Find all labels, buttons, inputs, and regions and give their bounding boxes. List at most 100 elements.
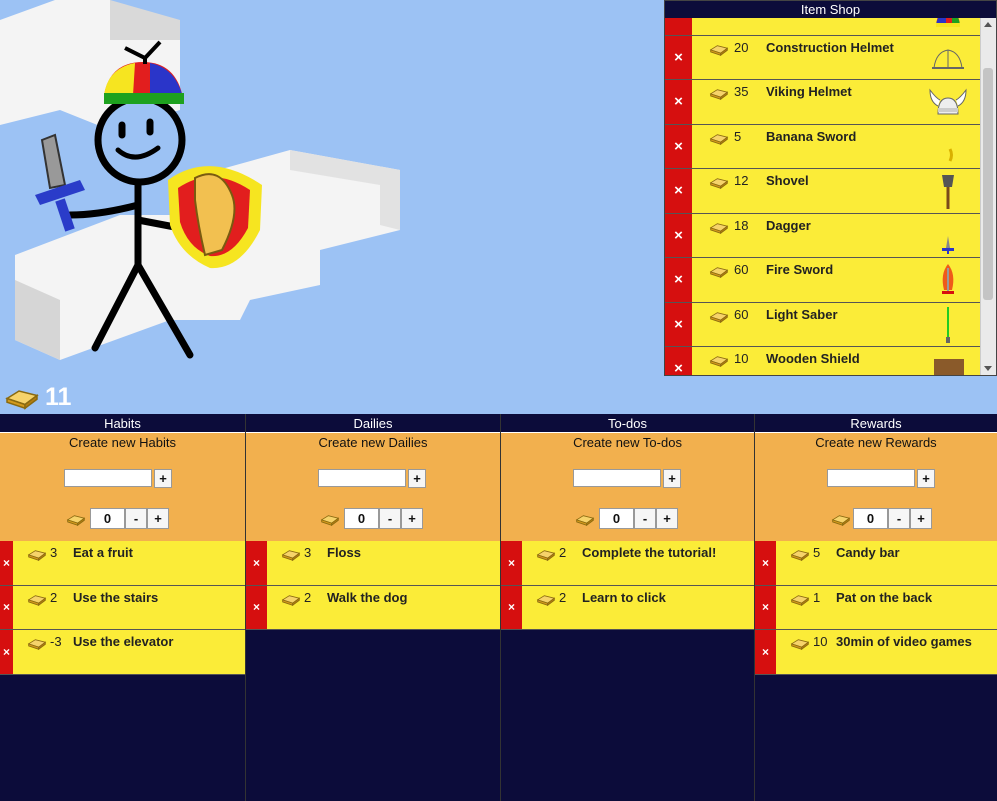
remove-icon[interactable]: × <box>755 630 776 674</box>
shop-item[interactable]: × 5 Banana Sword <box>665 124 980 169</box>
shop-item-body[interactable] <box>692 18 980 35</box>
gold-bar-icon <box>536 547 556 561</box>
remove-icon[interactable]: × <box>755 541 776 585</box>
list-item[interactable]: × 2 Use the stairs <box>0 585 245 630</box>
list-item-body[interactable]: 2 Use the stairs <box>13 585 245 629</box>
remove-icon[interactable]: × <box>246 541 267 585</box>
gold-bar-icon <box>281 592 301 606</box>
dailies-header: Dailies <box>246 414 500 433</box>
dailies-decrement-button[interactable]: - <box>379 508 401 529</box>
todos-value-input[interactable]: 0 <box>599 508 634 529</box>
dailies-value-input[interactable]: 0 <box>344 508 379 529</box>
rewards-decrement-button[interactable]: - <box>888 508 910 529</box>
habits-increment-button[interactable]: + <box>147 508 169 529</box>
shop-item[interactable]: × 18 Dagger <box>665 213 980 258</box>
remove-icon[interactable]: × <box>0 585 13 629</box>
list-item[interactable]: × -3 Use the elevator <box>0 630 245 675</box>
habits-decrement-button[interactable]: - <box>125 508 147 529</box>
shop-item[interactable]: × 60 Fire Sword <box>665 258 980 303</box>
shop-item[interactable]: × 20 Construction Helmet <box>665 35 980 80</box>
shop-item-body[interactable]: 18 Dagger <box>692 213 980 257</box>
remove-icon[interactable]: × <box>665 302 692 346</box>
habits-header: Habits <box>0 414 245 433</box>
list-item-body[interactable]: 5 Candy bar <box>776 541 997 585</box>
shop-item-body[interactable]: 12 Shovel <box>692 169 980 213</box>
dailies-name-input[interactable] <box>318 469 406 487</box>
shop-item-body[interactable]: 10 Wooden Shield <box>692 347 980 375</box>
remove-icon[interactable]: × <box>0 630 13 674</box>
rewards-increment-button[interactable]: + <box>910 508 932 529</box>
todos-add-button[interactable]: + <box>663 469 681 488</box>
list-item-body[interactable]: 3 Eat a fruit <box>13 541 245 585</box>
shop-item-body[interactable]: 60 Light Saber <box>692 302 980 346</box>
habits-value-input[interactable]: 0 <box>90 508 125 529</box>
remove-icon[interactable]: × <box>755 585 776 629</box>
list-item-body[interactable]: 3 Floss <box>267 541 500 585</box>
remove-icon[interactable]: × <box>501 541 522 585</box>
shop-item[interactable]: × 10 Wooden Shield <box>665 347 980 375</box>
item-shop: Item Shop × × 20 <box>664 0 997 376</box>
item-name: Complete the tutorial! <box>582 545 717 560</box>
gold-bar-icon <box>536 592 556 606</box>
list-item-body[interactable]: -3 Use the elevator <box>13 630 245 674</box>
item-value: 1 <box>813 589 821 605</box>
shop-item-body[interactable]: 20 Construction Helmet <box>692 35 980 79</box>
scroll-down-arrow-icon[interactable] <box>984 366 992 371</box>
list-item-body[interactable]: 2 Complete the tutorial! <box>522 541 754 585</box>
shop-scrollbar[interactable] <box>980 18 996 375</box>
shop-item[interactable]: × 35 Viking Helmet <box>665 80 980 125</box>
todos-increment-button[interactable]: + <box>656 508 678 529</box>
item-price: 60 <box>734 306 749 322</box>
item-name: Use the stairs <box>73 589 159 605</box>
list-item-body[interactable]: 1 Pat on the back <box>776 585 997 629</box>
remove-icon[interactable]: × <box>246 585 267 629</box>
list-item[interactable]: × 3 Eat a fruit <box>0 541 245 586</box>
propeller-hat-icon <box>936 18 960 27</box>
shop-item-body[interactable]: 35 Viking Helmet <box>692 80 980 124</box>
habits-add-button[interactable]: + <box>154 469 172 488</box>
remove-icon[interactable]: × <box>665 124 692 168</box>
list-item[interactable]: × 2 Complete the tutorial! <box>501 541 754 586</box>
list-item-body[interactable]: 10 30min of video games <box>776 630 997 674</box>
list-item[interactable]: × 1 Pat on the back <box>755 585 997 630</box>
scroll-thumb[interactable] <box>983 68 993 300</box>
remove-icon[interactable]: × <box>665 35 692 79</box>
list-item[interactable]: × 2 Walk the dog <box>246 585 500 630</box>
shop-item[interactable]: × 60 Light Saber <box>665 302 980 347</box>
shop-item-body[interactable]: 5 Banana Sword <box>692 124 980 168</box>
remove-icon[interactable]: × <box>0 541 13 585</box>
rewards-name-input[interactable] <box>827 469 915 487</box>
scroll-up-arrow-icon[interactable] <box>984 22 992 27</box>
remove-icon[interactable]: × <box>665 18 692 35</box>
gold-bar-icon <box>27 636 47 650</box>
list-item-body[interactable]: 2 Learn to click <box>522 585 754 629</box>
remove-icon[interactable]: × <box>665 169 692 213</box>
habits-name-input[interactable] <box>64 469 152 487</box>
gold-bar-icon <box>709 42 729 56</box>
remove-icon[interactable]: × <box>501 585 522 629</box>
list-item[interactable]: × 5 Candy bar <box>755 541 997 586</box>
list-item-body[interactable]: 2 Walk the dog <box>267 585 500 629</box>
item-name: Candy bar <box>836 545 900 560</box>
shop-item-body[interactable]: 60 Fire Sword <box>692 258 980 302</box>
dailies-increment-button[interactable]: + <box>401 508 423 529</box>
remove-icon[interactable]: × <box>665 80 692 124</box>
remove-icon[interactable]: × <box>665 213 692 257</box>
remove-icon[interactable]: × <box>665 258 692 302</box>
list-item[interactable]: × 10 30min of video games <box>755 630 997 675</box>
rewards-add-button[interactable]: + <box>917 469 935 488</box>
todos-name-input[interactable] <box>573 469 661 487</box>
remove-icon[interactable]: × <box>665 347 692 375</box>
rewards-value-input[interactable]: 0 <box>853 508 888 529</box>
item-shop-list[interactable]: × × 20 Construction Helmet <box>665 18 980 375</box>
item-price: 20 <box>734 39 749 55</box>
dailies-add-button[interactable]: + <box>408 469 426 488</box>
todos-decrement-button[interactable]: - <box>634 508 656 529</box>
shop-item[interactable]: × 12 Shovel <box>665 169 980 214</box>
list-item[interactable]: × 2 Learn to click <box>501 585 754 630</box>
item-name: Viking Helmet <box>766 84 852 99</box>
shop-item[interactable]: × <box>665 18 980 36</box>
item-value: 2 <box>304 589 312 605</box>
list-item[interactable]: × 3 Floss <box>246 541 500 586</box>
gold-bar-icon <box>709 309 729 323</box>
